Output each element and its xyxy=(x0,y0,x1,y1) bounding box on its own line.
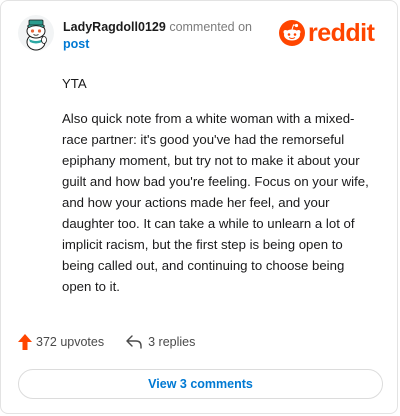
replies-button[interactable]: 3 replies xyxy=(126,335,195,349)
action-text: commented on xyxy=(169,20,252,34)
reply-count: 3 replies xyxy=(148,335,196,349)
reddit-snoo-icon xyxy=(279,20,305,46)
upvote-arrow-icon xyxy=(18,334,32,350)
snoo-avatar-icon xyxy=(18,15,54,51)
reddit-logo[interactable]: reddit xyxy=(279,18,375,48)
view-comments-button[interactable]: View 3 comments xyxy=(18,369,383,399)
comment-paragraph: Also quick note from a white woman with … xyxy=(62,111,369,294)
comment-card: LadyRagdoll0129 commented on post reddit… xyxy=(0,0,398,414)
upvote-count: 372 upvotes xyxy=(36,335,105,349)
comment-paragraph: YTA xyxy=(62,76,87,91)
reddit-wordmark: reddit xyxy=(308,19,375,47)
post-link[interactable]: post xyxy=(63,36,89,52)
upvote-button[interactable]: 372 upvotes xyxy=(18,334,104,350)
reply-arrow-icon xyxy=(126,335,142,349)
comment-body: YTA Also quick note from a white woman w… xyxy=(62,73,377,311)
user-avatar[interactable] xyxy=(18,15,54,51)
comment-actions: 372 upvotes 3 replies xyxy=(18,334,195,350)
comment-header: LadyRagdoll0129 commented on post xyxy=(63,19,252,51)
username[interactable]: LadyRagdoll0129 xyxy=(63,20,166,34)
